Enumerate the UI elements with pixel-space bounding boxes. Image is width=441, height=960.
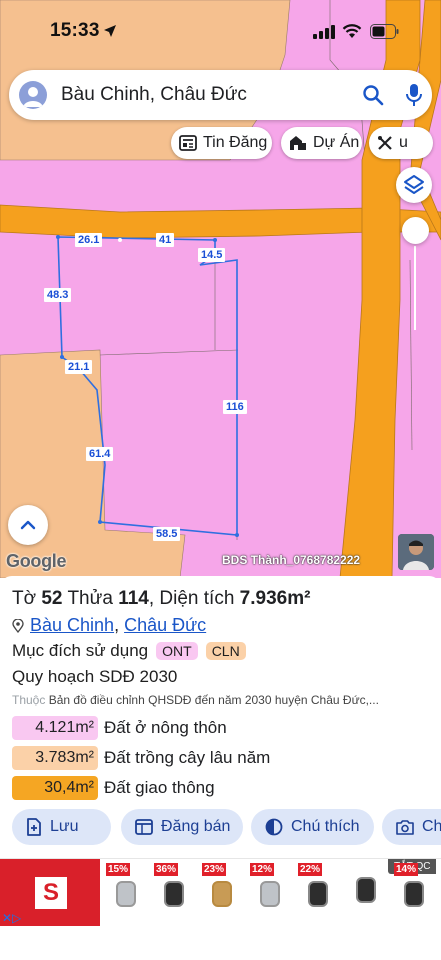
search-bar[interactable]: Bàu Chinh, Châu Đức <box>9 70 432 120</box>
land-purpose-row: Mục đích sử dụng ONT CLN <box>12 641 246 661</box>
land-purpose-label: Mục đích sử dụng <box>12 641 149 660</box>
agent-photo <box>398 534 434 570</box>
home-indicator-area <box>0 926 441 960</box>
agent-watermark: BDS Thành_0768782222 <box>222 553 361 567</box>
land-use-legend-row: 4.121m² Đất ở nông thôn <box>12 716 227 740</box>
edge-length-label: 26.1 <box>75 233 103 247</box>
opacity-slider-handle[interactable] <box>402 217 429 244</box>
status-bar: 15:33 <box>0 0 441 62</box>
discount-badge: 36% <box>154 863 179 876</box>
watch-image <box>116 881 136 907</box>
microphone-icon[interactable] <box>406 83 422 107</box>
edge-length-label: 48.3 <box>44 288 72 302</box>
layers-button[interactable] <box>396 167 432 203</box>
land-use-label: Đất trồng cây lâu năm <box>104 748 271 767</box>
chevron-up-icon <box>20 520 36 530</box>
ad-product[interactable] <box>346 877 386 929</box>
legend-button[interactable]: Chú thích <box>251 809 374 845</box>
ad-logo: S <box>35 877 67 909</box>
discount-badge: 14% <box>394 863 419 876</box>
map-view[interactable]: 26.1 41 14.5 48.3 21.1 116 61.4 58.5 15:… <box>0 0 441 578</box>
capture-button[interactable]: Ch <box>382 809 441 845</box>
location-pin-icon <box>12 618 24 633</box>
chip-projects[interactable]: Dự Án <box>281 127 362 159</box>
ad-product[interactable]: 23% <box>202 863 242 915</box>
watch-image <box>260 881 280 907</box>
land-use-legend-row: 3.783m² Đất trồng cây lâu năm <box>12 746 270 770</box>
land-use-area: 3.783m² <box>12 746 98 770</box>
watch-image <box>164 881 184 907</box>
ad-product[interactable]: 12% <box>250 863 290 915</box>
parcel-info-sheet[interactable]: Tờ 52 Thửa 114, Diện tích 7.936m² Bàu Ch… <box>0 576 441 858</box>
ad-banner[interactable]: S ✕▷ TẮT QC 15% 36% 23% 12% 22% 14% <box>0 858 441 929</box>
cellular-signal-icon <box>313 25 335 39</box>
building-icon <box>289 135 307 151</box>
opacity-slider-track[interactable] <box>414 246 416 330</box>
ad-product[interactable]: 15% <box>106 863 146 915</box>
district-link[interactable]: Châu Đức <box>124 615 206 636</box>
planning-title: Quy hoạch SDĐ 2030 <box>12 667 178 686</box>
chip-label: Dự Án <box>313 134 360 151</box>
planning-source: Thuộc Bản đồ điều chỉnh QHSDĐ đến năm 20… <box>12 693 379 707</box>
land-use-legend-row: 30,4m² Đất giao thông <box>12 776 215 800</box>
parcel-title: Tờ 52 Thửa 114, Diện tích 7.936m² <box>12 588 311 609</box>
commune-link[interactable]: Bàu Chinh <box>30 615 114 636</box>
battery-icon <box>370 24 399 39</box>
person-icon <box>23 87 43 107</box>
ad-close-icon[interactable]: ✕▷ <box>2 911 21 925</box>
edge-length-label: 58.5 <box>153 527 181 541</box>
watch-image <box>212 881 232 907</box>
search-icon[interactable] <box>362 84 384 106</box>
address-row: Bàu Chinh, Châu Đức <box>12 615 206 636</box>
watch-image <box>356 877 376 903</box>
chip-tools[interactable]: u <box>369 127 433 159</box>
discount-badge: 23% <box>202 863 227 876</box>
listing-icon <box>135 819 153 835</box>
land-use-label: Đất giao thông <box>104 778 215 797</box>
purpose-tag-ont: ONT <box>156 642 198 660</box>
account-avatar[interactable] <box>19 81 47 109</box>
watch-image <box>308 881 328 907</box>
watch-image <box>404 881 424 907</box>
status-time: 15:33 <box>50 20 100 41</box>
ad-product[interactable]: 22% <box>298 863 338 915</box>
discount-badge: 15% <box>106 863 131 876</box>
search-input[interactable]: Bàu Chinh, Châu Đức <box>61 84 247 106</box>
land-use-area: 4.121m² <box>12 716 98 740</box>
post-for-sale-button[interactable]: Đăng bán <box>121 809 243 845</box>
land-use-area: 30,4m² <box>12 776 98 800</box>
purpose-tag-cln: CLN <box>205 642 246 660</box>
newspaper-icon <box>179 135 197 151</box>
discount-badge: 12% <box>250 863 275 876</box>
chip-listings[interactable]: Tin Đăng <box>171 127 272 159</box>
tools-icon <box>377 135 393 151</box>
camera-plus-icon <box>396 819 414 835</box>
edge-length-label: 116 <box>223 400 247 414</box>
layers-icon <box>404 175 424 194</box>
discount-badge: 22% <box>298 863 323 876</box>
location-arrow-icon <box>104 25 116 37</box>
chip-label: u <box>399 134 408 151</box>
save-plus-icon <box>26 818 42 836</box>
edge-length-label: 41 <box>156 233 175 247</box>
save-button[interactable]: Lưu <box>12 809 111 845</box>
edge-length-label: 14.5 <box>198 248 226 262</box>
wifi-icon <box>342 24 362 38</box>
ad-product[interactable]: 36% <box>154 863 194 915</box>
ad-product[interactable]: 14% <box>394 863 434 915</box>
agent-avatar[interactable] <box>398 534 434 570</box>
chip-label: Tin Đăng <box>203 134 268 151</box>
google-attribution: Google <box>6 551 67 571</box>
edge-length-label: 21.1 <box>65 360 93 374</box>
edge-length-label: 61.4 <box>86 447 114 461</box>
expand-panel-button[interactable] <box>8 505 48 545</box>
land-use-label: Đất ở nông thôn <box>104 718 227 737</box>
contrast-icon <box>265 818 283 836</box>
ad-brand-panel[interactable]: S ✕▷ <box>0 859 100 927</box>
